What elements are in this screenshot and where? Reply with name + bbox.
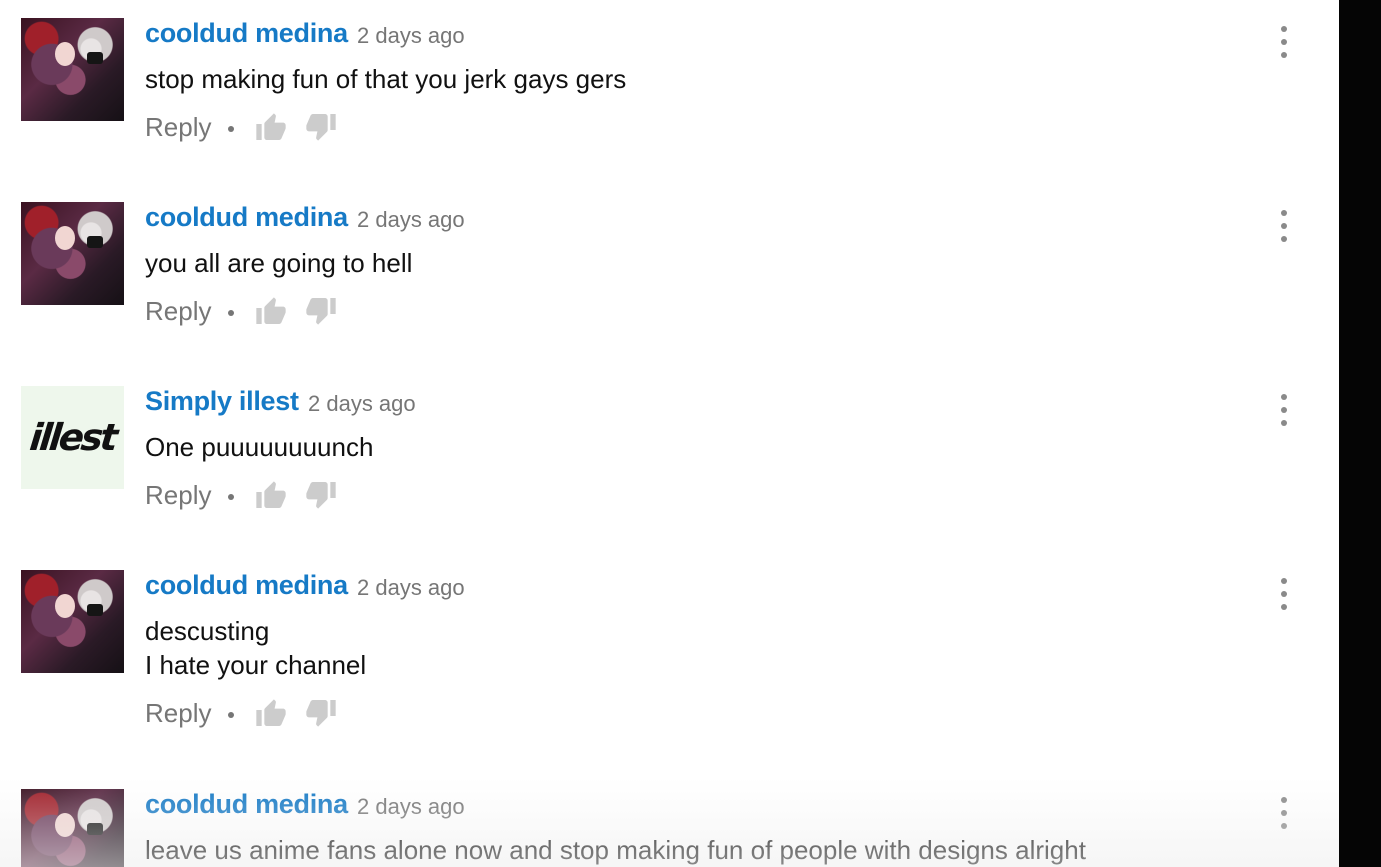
comment-text-line: leave us anime fans alone now and stop m… — [145, 835, 1086, 865]
comment-author[interactable]: Simply illest — [145, 386, 299, 417]
comment-author[interactable]: cooldud medina — [145, 570, 348, 601]
separator-dot — [228, 310, 234, 316]
comment-text-line: descusting — [145, 616, 270, 646]
comment-timestamp[interactable]: 2 days ago — [308, 391, 416, 417]
comment-text: you all are going to hell — [145, 246, 412, 280]
thumbs-down-icon[interactable] — [305, 478, 337, 510]
comment-text: descusting I hate your channel — [145, 614, 366, 682]
comment-text: stop making fun of that you jerk gays ge… — [145, 62, 626, 96]
comment-author[interactable]: cooldud medina — [145, 18, 348, 49]
comment-text-line: One puuuuuuuunch — [145, 432, 374, 462]
separator-dot — [228, 494, 234, 500]
thumbs-up-icon[interactable] — [255, 698, 287, 730]
user-avatar[interactable] — [21, 18, 124, 121]
right-edge-bar — [1339, 0, 1381, 867]
more-options-icon[interactable] — [1274, 578, 1294, 610]
user-avatar[interactable] — [21, 570, 124, 673]
reply-button[interactable]: Reply — [145, 296, 211, 327]
reply-button[interactable]: Reply — [145, 112, 211, 143]
comment-text-line: I hate your channel — [145, 650, 367, 680]
separator-dot — [228, 126, 234, 132]
comment-text-line: stop making fun of that you jerk gays ge… — [145, 64, 627, 94]
more-options-icon[interactable] — [1274, 394, 1294, 426]
more-options-icon[interactable] — [1274, 26, 1294, 58]
thumbs-up-icon[interactable] — [255, 480, 287, 512]
comment-text: leave us anime fans alone now and stop m… — [145, 833, 1086, 867]
more-options-icon[interactable] — [1274, 797, 1294, 829]
user-avatar[interactable] — [21, 202, 124, 305]
comment-timestamp[interactable]: 2 days ago — [357, 207, 465, 233]
thumbs-down-icon[interactable] — [305, 696, 337, 728]
comments-panel: cooldud medina 2 days ago stop making fu… — [0, 0, 1339, 867]
comment-timestamp[interactable]: 2 days ago — [357, 23, 465, 49]
user-avatar[interactable] — [21, 789, 124, 867]
reply-button[interactable]: Reply — [145, 698, 211, 729]
thumbs-up-icon[interactable] — [255, 112, 287, 144]
illest-logo-icon: illest — [27, 416, 118, 459]
thumbs-up-icon[interactable] — [255, 296, 287, 328]
reply-button[interactable]: Reply — [145, 480, 211, 511]
comment-author[interactable]: cooldud medina — [145, 789, 348, 820]
more-options-icon[interactable] — [1274, 210, 1294, 242]
comment-text: One puuuuuuuunch — [145, 430, 373, 464]
user-avatar[interactable]: illest — [21, 386, 124, 489]
comment-timestamp[interactable]: 2 days ago — [357, 575, 465, 601]
comment-timestamp[interactable]: 2 days ago — [357, 794, 465, 820]
comment-author[interactable]: cooldud medina — [145, 202, 348, 233]
thumbs-down-icon[interactable] — [305, 294, 337, 326]
comment-text-line: you all are going to hell — [145, 248, 413, 278]
thumbs-down-icon[interactable] — [305, 110, 337, 142]
separator-dot — [228, 712, 234, 718]
